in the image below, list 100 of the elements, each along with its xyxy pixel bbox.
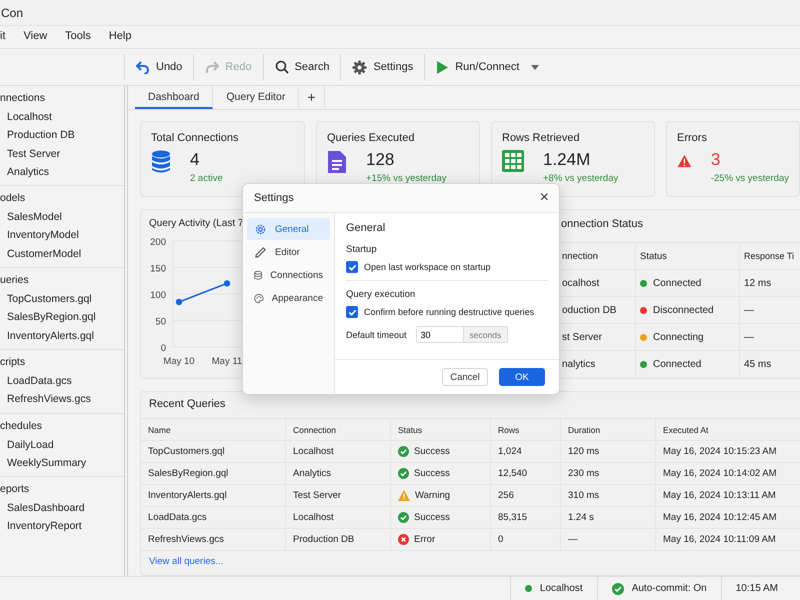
table-cell: May 16, 2024 10:11:09 AM	[656, 529, 800, 550]
tree-group[interactable]: nnections	[0, 88, 124, 108]
section-title: Query execution	[346, 289, 416, 300]
tree-item[interactable]: InventoryModel	[0, 226, 124, 245]
data-point	[176, 298, 182, 306]
checkbox[interactable]	[346, 261, 358, 273]
table-cell: Disconnected	[653, 304, 714, 316]
column-header: Duration	[561, 419, 656, 440]
settings-icon	[352, 60, 368, 74]
table-cell: Success	[414, 512, 450, 523]
column-header: Status	[636, 243, 740, 269]
tree-group[interactable]: chedules	[0, 416, 124, 436]
timeout-field[interactable]: 30 seconds	[416, 326, 508, 343]
toolbar-button[interactable]: Search	[268, 56, 336, 78]
tree-item[interactable]: DailyLoad	[0, 436, 124, 454]
column-header: Response Ti	[740, 243, 800, 269]
settings-nav-item[interactable]: General	[247, 218, 330, 240]
tree-item[interactable]: RefreshViews.gcs	[0, 390, 124, 409]
tree-group[interactable]: odels	[0, 188, 124, 208]
axis-label: 100	[150, 290, 166, 301]
tree-item[interactable]: LoadData.gcs	[0, 372, 124, 390]
field-label: Default timeout	[346, 330, 407, 340]
tree-item[interactable]: TopCustomers.gql	[0, 290, 124, 308]
data-line	[178, 282, 228, 303]
cancel-button[interactable]: Cancel	[442, 368, 488, 386]
redo-icon	[205, 60, 220, 74]
menu-item[interactable]: Tools	[65, 30, 91, 42]
card-value: 4	[190, 150, 200, 170]
document-icon	[327, 150, 347, 174]
axis-label: 50	[155, 316, 166, 328]
settings-nav-item[interactable]: Editor	[247, 241, 330, 263]
tree-group[interactable]: cripts	[0, 352, 124, 372]
toolbar-button[interactable]: Run/Connect	[429, 56, 546, 78]
card-title: Total Connections	[151, 132, 240, 144]
settings-icon	[254, 222, 267, 236]
table-icon	[502, 150, 524, 172]
column-header: Name	[141, 419, 286, 440]
status-text: 10:15 AM	[736, 583, 778, 594]
settings-nav-item[interactable]: Appearance	[247, 287, 330, 309]
column-header: Status	[391, 419, 491, 440]
table-cell: May 16, 2024 10:14:02 AM	[656, 463, 800, 484]
menu-item[interactable]: View	[24, 30, 48, 42]
tree-item[interactable]: InventoryAlerts.gql	[0, 326, 124, 345]
database-icon	[151, 150, 171, 174]
section-title: Startup	[346, 244, 378, 255]
axis-label: 0	[160, 343, 166, 354]
column-header: Rows	[491, 419, 561, 440]
tab[interactable]: Dashboard	[135, 86, 214, 109]
panel-title: onnection Status	[560, 218, 643, 232]
tree-item[interactable]: Localhost	[0, 108, 124, 126]
table-cell: Localhost	[286, 507, 391, 528]
card-value: 1.24M	[543, 150, 592, 170]
card-note: -25% vs yesterday	[710, 173, 789, 184]
card-title: Rows Retrieved	[502, 132, 581, 144]
status-text: Auto-commit: On	[632, 583, 707, 594]
tree-group[interactable]: eports	[0, 479, 124, 500]
table-cell: RefreshViews.gcs	[141, 529, 286, 550]
tree-item[interactable]: WeeklySummary	[0, 454, 124, 472]
tree-item[interactable]: Analytics	[0, 162, 124, 182]
table-cell: May 16, 2024 10:13:11 AM	[656, 485, 800, 506]
section-heading: General	[346, 222, 386, 234]
card-title: Queries Executed	[327, 132, 416, 144]
table-cell: May 16, 2024 10:12:45 AM	[656, 507, 800, 528]
column-header: Executed At	[656, 419, 800, 440]
table-cell: 1,024	[491, 441, 561, 462]
table-cell: 12 ms	[740, 270, 800, 296]
tree-item[interactable]: SalesDashboard	[0, 499, 124, 518]
pencil-icon	[254, 246, 267, 258]
tree-item[interactable]: CustomerModel	[0, 244, 124, 264]
close-button[interactable]: ×	[536, 189, 553, 207]
tree-item[interactable]: SalesModel	[0, 208, 124, 226]
tree-item[interactable]: SalesByRegion.gql	[0, 308, 124, 327]
ok-button[interactable]: OK	[499, 368, 545, 386]
tree-group[interactable]: ueries	[0, 270, 124, 290]
card-title: Errors	[677, 132, 708, 144]
menu-item[interactable]: Help	[108, 30, 132, 42]
axis-label: 200	[150, 237, 166, 248]
card-note: 2 active	[190, 173, 223, 184]
table-cell: TopCustomers.gql	[141, 441, 286, 462]
table-cell: Connected	[653, 278, 702, 288]
settings-nav-item[interactable]: Connections	[247, 264, 330, 286]
toolbar-button[interactable]: Undo	[129, 56, 190, 78]
search-icon	[274, 60, 289, 74]
toolbar-button[interactable]: Settings	[345, 56, 420, 78]
table-cell: 230 ms	[561, 463, 656, 484]
checkbox[interactable]	[346, 306, 358, 318]
menu-item[interactable]: it	[0, 30, 6, 42]
tab[interactable]: Query Editor	[213, 86, 300, 109]
card-note: +8% vs yesterday	[543, 173, 618, 184]
tree-item[interactable]: InventoryReport	[0, 517, 124, 536]
tree-item[interactable]: Test Server	[0, 144, 124, 163]
view-all-link[interactable]: View all queries...	[141, 551, 800, 575]
add-tab-button[interactable]: +	[299, 86, 325, 109]
table-cell: 120 ms	[561, 441, 656, 462]
database-icon	[254, 268, 262, 282]
dialog-title: Settings	[254, 192, 294, 204]
table-cell: Analytics	[286, 463, 391, 484]
window-title: Con	[1, 6, 24, 20]
tree-item[interactable]: Production DB	[0, 126, 124, 145]
check-circle-icon	[612, 582, 624, 594]
